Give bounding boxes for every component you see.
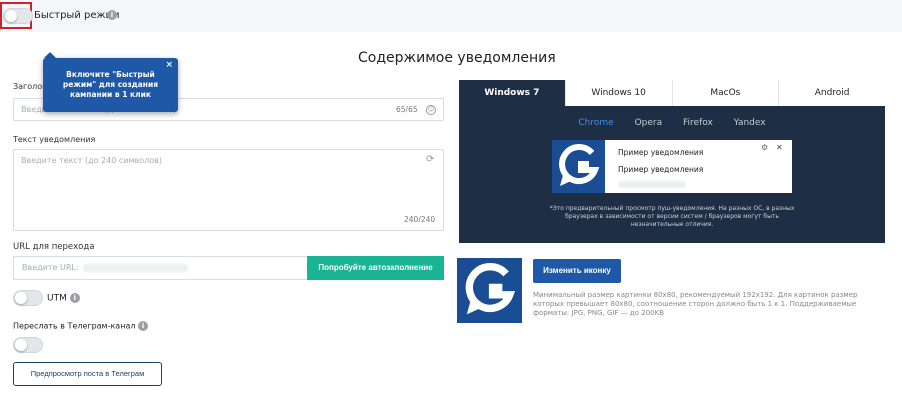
url-input[interactable]: Введите URL: xyxy=(13,256,307,280)
info-icon[interactable]: i xyxy=(69,293,80,303)
tab-android[interactable]: Android xyxy=(778,80,885,106)
telegram-label: Переслать в Телеграм-канал i xyxy=(13,321,149,331)
notification-text: Пример уведомления xyxy=(618,165,704,174)
info-icon[interactable]: i xyxy=(107,10,117,20)
info-icon[interactable]: i xyxy=(138,321,149,331)
text-textarea[interactable]: Введите текст (до 240 символов) xyxy=(13,149,444,231)
telegram-preview-button[interactable]: Предпросмотр поста в Телеграм xyxy=(13,362,162,386)
emoji-icon[interactable]: ☺ xyxy=(426,105,436,115)
tab-firefox[interactable]: Firefox xyxy=(683,118,713,128)
close-icon[interactable]: ✕ xyxy=(776,143,783,152)
utm-label-text: UTM xyxy=(47,293,67,304)
utm-toggle[interactable] xyxy=(13,290,43,306)
brand-logo-icon xyxy=(552,140,605,193)
top-bar: Быстрый режим i xyxy=(0,0,902,32)
text-counter: 240/240 xyxy=(404,215,436,224)
autofill-button[interactable]: Попробуйте автозаполнение xyxy=(307,256,444,280)
url-value-blurred xyxy=(82,263,188,272)
icon-hint: Минимальный размер картинки 80х80, реком… xyxy=(533,291,858,317)
notification-title: Пример уведомления xyxy=(618,148,704,157)
text-placeholder: Введите текст (до 240 символов) xyxy=(21,156,162,165)
tab-chrome[interactable]: Chrome xyxy=(578,118,613,128)
tab-yandex[interactable]: Yandex xyxy=(734,118,766,128)
toggle-knob xyxy=(15,339,27,351)
notification-preview: Windows 7 Windows 10 MacOs Android Chrom… xyxy=(459,80,885,243)
toggle-knob xyxy=(15,292,27,304)
content-panel: × Включите "Быстрый режим" для создания … xyxy=(0,32,902,409)
notification-url-blurred xyxy=(618,181,686,188)
telegram-toggle[interactable] xyxy=(13,337,43,353)
title-counter: 65/65 xyxy=(396,105,418,114)
change-icon-button[interactable]: Изменить иконку xyxy=(533,259,621,283)
tab-windows-7[interactable]: Windows 7 xyxy=(459,80,565,106)
tab-windows-10[interactable]: Windows 10 xyxy=(564,80,672,106)
tab-macos[interactable]: MacOs xyxy=(671,80,779,106)
url-label: URL для перехода xyxy=(13,242,95,252)
icon-preview-logo xyxy=(457,258,522,323)
gear-icon[interactable]: ⚙ xyxy=(761,143,768,152)
utm-label: UTM i xyxy=(47,293,80,304)
fast-mode-tooltip: × Включите "Быстрый режим" для создания … xyxy=(43,58,178,112)
tab-opera[interactable]: Opera xyxy=(635,118,663,128)
browser-tabs: Chrome Opera Firefox Yandex xyxy=(459,118,885,128)
preview-note: *Это предварительный просмотр пуш-уведом… xyxy=(549,205,795,228)
notification-card: Пример уведомления Пример уведомления ⚙ … xyxy=(552,140,792,193)
text-label: Текст уведомления xyxy=(13,135,96,144)
telegram-label-text: Переслать в Телеграм-канал xyxy=(13,321,136,331)
close-icon[interactable]: × xyxy=(165,60,173,70)
url-placeholder: Введите URL: xyxy=(22,263,79,272)
page-title: Содержимое уведомления xyxy=(358,50,556,66)
refresh-icon[interactable]: ⟳ xyxy=(426,154,434,165)
fast-mode-toggle[interactable] xyxy=(3,8,33,24)
toggle-knob xyxy=(5,10,17,22)
os-tabs: Windows 7 Windows 10 MacOs Android xyxy=(459,80,885,106)
tooltip-text: Включите "Быстрый режим" для создания ка… xyxy=(62,70,159,99)
